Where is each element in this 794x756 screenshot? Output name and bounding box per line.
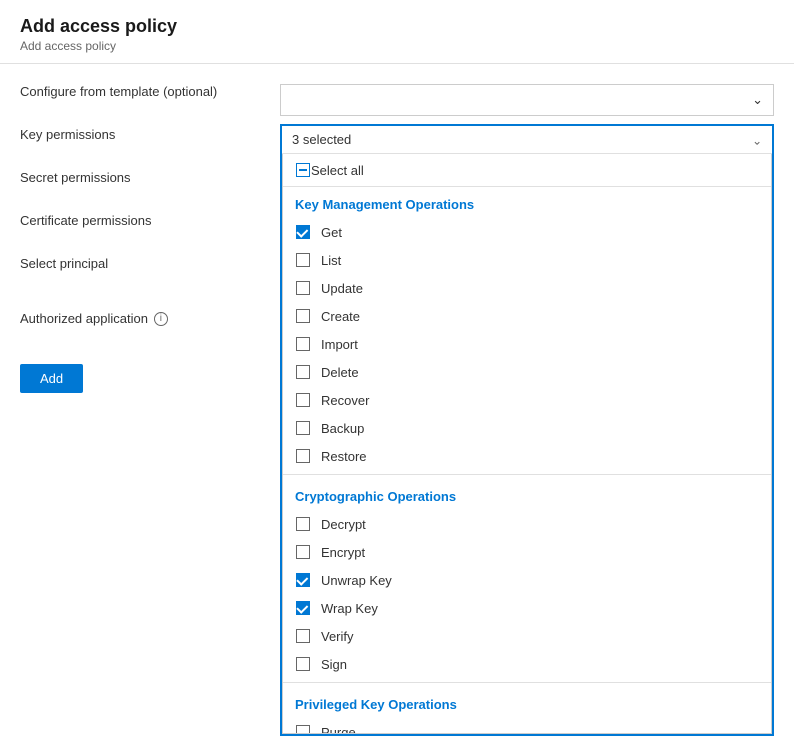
select-all-checkbox[interactable] [295,162,311,178]
key-permissions-label: Key permissions [20,127,240,142]
page-header: Add access policy Add access policy [0,0,794,64]
item-restore[interactable]: Restore [283,442,771,470]
import-label: Import [321,337,358,352]
verify-checkbox[interactable] [296,629,310,643]
key-permissions-dropdown: 3 selected ⌃ Select all Key Management O… [280,124,774,736]
certificate-permissions-label: Certificate permissions [20,213,240,228]
select-all-row[interactable]: Select all [283,154,771,187]
sign-checkbox[interactable] [296,657,310,671]
add-button[interactable]: Add [20,364,83,393]
item-get[interactable]: Get [283,218,771,246]
item-decrypt[interactable]: Decrypt [283,510,771,538]
secret-permissions-row: Secret permissions [20,170,240,185]
delete-label: Delete [321,365,359,380]
item-encrypt[interactable]: Encrypt [283,538,771,566]
decrypt-checkbox[interactable] [296,517,310,531]
select-principal-label: Select principal [20,256,240,271]
authorized-application-row: Authorized application i [20,311,240,326]
key-permissions-dropdown-body: Select all Key Management Operations Get… [282,154,772,734]
encrypt-checkbox[interactable] [296,545,310,559]
update-label: Update [321,281,363,296]
unwrap-key-label: Unwrap Key [321,573,392,588]
purge-checkbox[interactable] [296,725,310,734]
key-permissions-chevron-icon: ⌃ [752,133,762,147]
configure-template-label: Configure from template (optional) [20,84,240,99]
item-backup[interactable]: Backup [283,414,771,442]
item-unwrap-key[interactable]: Unwrap Key [283,566,771,594]
item-list[interactable]: List [283,246,771,274]
recover-label: Recover [321,393,369,408]
update-checkbox[interactable] [296,281,310,295]
backup-label: Backup [321,421,364,436]
purge-label: Purge [321,725,356,735]
authorized-application-label: Authorized application i [20,311,240,326]
item-sign[interactable]: Sign [283,650,771,678]
unwrap-key-checkbox[interactable] [296,573,310,587]
item-purge[interactable]: Purge [283,718,771,734]
cryptographic-section-header: Cryptographic Operations [283,479,771,510]
privileged-section-header: Privileged Key Operations [283,687,771,718]
section-divider-2 [283,682,771,683]
select-principal-row: Select principal [20,256,240,271]
delete-checkbox[interactable] [296,365,310,379]
left-panel: Configure from template (optional) Key p… [20,84,240,736]
decrypt-label: Decrypt [321,517,366,532]
recover-checkbox[interactable] [296,393,310,407]
key-permissions-dropdown-header[interactable]: 3 selected ⌃ [282,126,772,154]
secret-permissions-label: Secret permissions [20,170,240,185]
configure-template-row: Configure from template (optional) [20,84,240,99]
get-label: Get [321,225,342,240]
import-checkbox[interactable] [296,337,310,351]
configure-template-chevron-icon: ⌄ [752,92,763,108]
configure-template-dropdown[interactable]: ⌄ [280,84,774,116]
certificate-permissions-row: Certificate permissions [20,213,240,228]
create-checkbox[interactable] [296,309,310,323]
key-permissions-selected-count: 3 selected [292,132,351,147]
right-panel: ⌄ 3 selected ⌃ Select all Key Management… [280,84,774,736]
item-delete[interactable]: Delete [283,358,771,386]
verify-label: Verify [321,629,354,644]
key-permissions-row: Key permissions [20,127,240,142]
item-update[interactable]: Update [283,274,771,302]
info-icon: i [154,312,168,326]
get-checkbox[interactable] [296,225,310,239]
sign-label: Sign [321,657,347,672]
create-label: Create [321,309,360,324]
backup-checkbox[interactable] [296,421,310,435]
wrap-key-label: Wrap Key [321,601,378,616]
encrypt-label: Encrypt [321,545,365,560]
section-divider-1 [283,474,771,475]
page-title: Add access policy [20,16,774,37]
breadcrumb: Add access policy [20,39,774,53]
item-create[interactable]: Create [283,302,771,330]
item-import[interactable]: Import [283,330,771,358]
select-all-checkbox-indicator [296,163,310,177]
list-label: List [321,253,341,268]
item-wrap-key[interactable]: Wrap Key [283,594,771,622]
wrap-key-checkbox[interactable] [296,601,310,615]
content-area: Configure from template (optional) Key p… [0,64,794,756]
list-checkbox[interactable] [296,253,310,267]
restore-label: Restore [321,449,367,464]
restore-checkbox[interactable] [296,449,310,463]
item-verify[interactable]: Verify [283,622,771,650]
select-all-label: Select all [311,163,364,178]
key-management-section-header: Key Management Operations [283,187,771,218]
item-recover[interactable]: Recover [283,386,771,414]
